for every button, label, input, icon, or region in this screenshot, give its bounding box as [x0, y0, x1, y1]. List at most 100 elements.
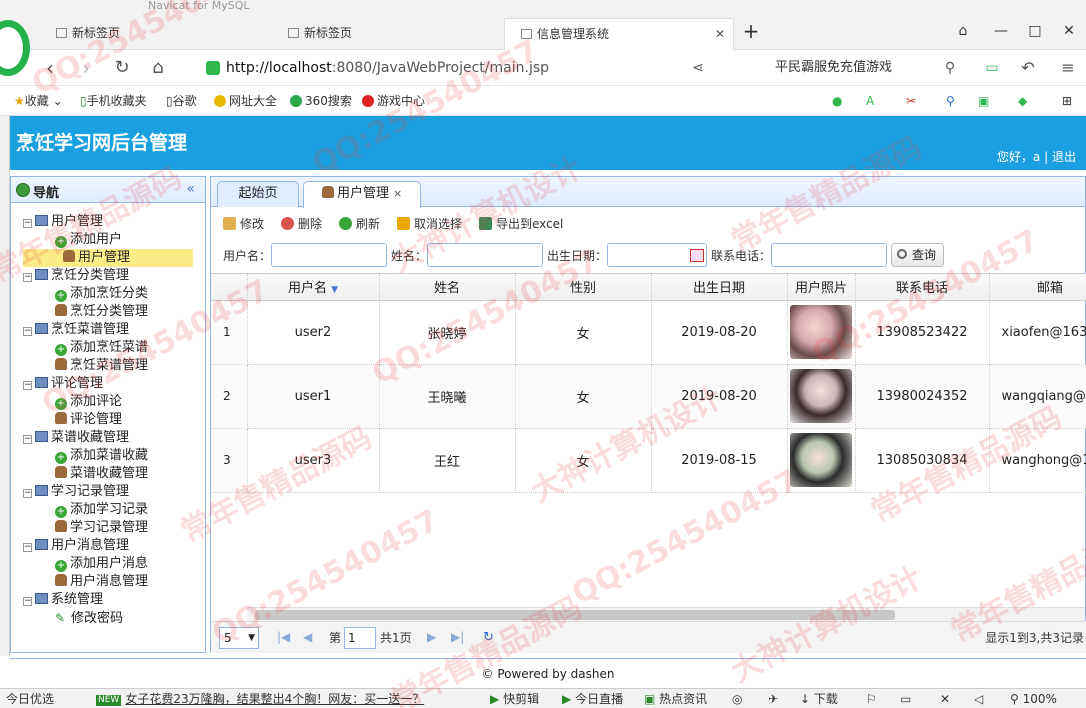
close-tab-icon[interactable]: × [393, 187, 402, 200]
nav-group-4[interactable]: − 菜谱收藏管理 [23, 429, 129, 447]
back-icon[interactable]: ‹ [38, 56, 62, 80]
column-header-email[interactable]: 邮箱 [989, 274, 1086, 301]
minimize-icon[interactable]: — [990, 20, 1012, 42]
name-input[interactable] [427, 243, 543, 267]
nav-group-6[interactable]: − 用户消息管理 [23, 537, 129, 555]
table-row[interactable]: 3user3王红女2019-08-15 13085030834wanghong@1… [211, 428, 1086, 493]
refresh-button[interactable]: 刷新 [339, 215, 380, 233]
export-excel-button[interactable]: 导出到excel [479, 215, 563, 233]
tab-user-management[interactable]: 用户管理 × [303, 181, 422, 208]
delete-button[interactable]: 删除 [281, 215, 322, 233]
calendar-icon[interactable] [690, 249, 704, 262]
expand-toggle-icon[interactable]: − [23, 219, 32, 228]
search-icon[interactable]: ⚲ [938, 56, 962, 80]
expand-toggle-icon[interactable]: − [23, 597, 32, 606]
volume-icon[interactable]: ◁ [974, 689, 983, 708]
horizontal-scrollbar[interactable] [247, 607, 1085, 621]
nav-item-2-1[interactable]: 烹饪菜谱管理 [55, 357, 148, 375]
new-tab-button[interactable]: + [740, 20, 762, 42]
expand-toggle-icon[interactable]: − [23, 327, 32, 336]
first-page-icon[interactable]: |◀ [277, 630, 290, 644]
menu-icon[interactable]: ≡ [1056, 56, 1080, 80]
scrollbar-thumb[interactable] [255, 610, 895, 620]
edit-button[interactable]: 修改 [223, 215, 264, 233]
mute-icon[interactable]: ✕ [940, 689, 950, 708]
cancel-selection-button[interactable]: 取消选择 [397, 215, 462, 233]
forward-icon[interactable]: › [74, 56, 98, 80]
birthday-input[interactable] [607, 243, 707, 267]
page-size-select[interactable]: 5 ▼ [219, 627, 259, 649]
column-header-phone[interactable]: 联系电话 [855, 274, 990, 301]
magnifier-icon[interactable]: ⚲ [946, 86, 955, 116]
table-row[interactable]: 1 user2 张晓婷女 2019-08-20 13908523422 xiaofen@1… [211, 300, 1086, 365]
nav-item-1-0[interactable]: + 添加烹饪分类 [55, 285, 148, 303]
refresh-icon[interactable]: ↻ [110, 56, 134, 80]
maximize-icon[interactable]: □ [1024, 20, 1046, 42]
flag-icon[interactable]: ⚐ [866, 689, 877, 708]
today-picks[interactable]: 今日优选 [6, 689, 54, 708]
close-window-icon[interactable]: ✕ [1058, 20, 1080, 42]
expand-toggle-icon[interactable]: − [23, 543, 32, 552]
home-icon[interactable]: ⌂ [146, 56, 170, 80]
nav-item-4-1[interactable]: 菜谱收藏管理 [55, 465, 148, 483]
expand-toggle-icon[interactable]: − [23, 381, 32, 390]
bookmark-hao[interactable]: 网址大全 [214, 86, 277, 116]
expand-toggle-icon[interactable]: − [23, 489, 32, 498]
next-page-icon[interactable]: ▶ [427, 630, 436, 644]
close-tab-icon[interactable]: ✕ [715, 19, 725, 49]
column-header-name[interactable]: 姓名 [379, 274, 516, 301]
quick-cut[interactable]: ▶ 快剪辑 [490, 689, 539, 708]
nav-item-2-0[interactable]: + 添加烹饪菜谱 [55, 339, 148, 357]
column-header-photo[interactable]: 用户照片 [787, 274, 856, 301]
phone-input[interactable] [771, 243, 887, 267]
share-icon[interactable]: ⋖ [686, 56, 710, 80]
nav-group-5[interactable]: − 学习记录管理 [23, 483, 129, 501]
nav-item-5-1[interactable]: 学习记录管理 [55, 519, 148, 537]
nav-item-7-0[interactable]: ✎ 修改密码 [55, 609, 123, 627]
search-suggestion[interactable]: 平民霸服免充值游戏 [775, 55, 892, 81]
bookmark-favorites[interactable]: ★收藏 ⌄ [14, 86, 63, 116]
browser-tab-2[interactable]: 新标签页 [272, 18, 502, 50]
shirt-icon[interactable]: ⌂ [952, 20, 974, 42]
nav-item-0-0[interactable]: + 添加用户 [55, 231, 122, 249]
nav-item-0-1[interactable]: 用户管理 [23, 249, 193, 267]
username-input[interactable] [271, 243, 387, 267]
column-header-username[interactable]: 用户名 ▼ [247, 274, 380, 301]
scissors-icon[interactable]: ✂ [906, 86, 916, 116]
nav-item-4-0[interactable]: + 添加菜谱收藏 [55, 447, 148, 465]
logout-link[interactable]: 退出 [1052, 150, 1076, 164]
speed-icon[interactable]: ◎ [732, 689, 742, 708]
news-ticker[interactable]: NEW 女子花费23万隆胸，结果整出4个胸！网友：买一送一？ [96, 689, 424, 708]
download[interactable]: ↓ 下载 [800, 689, 838, 708]
query-button[interactable]: 查询 [891, 243, 944, 267]
nav-item-6-1[interactable]: 用户消息管理 [55, 573, 148, 591]
nav-group-0[interactable]: − 用户管理 [23, 213, 103, 231]
bookmark-mobile[interactable]: ▯手机收藏夹 [80, 86, 147, 116]
hot-news[interactable]: ▣ 热点资讯 [644, 689, 707, 708]
pin-icon[interactable]: ✈ [768, 689, 778, 708]
nav-item-3-0[interactable]: + 添加评论 [55, 393, 122, 411]
chat-icon[interactable]: ● [832, 86, 842, 116]
live-today[interactable]: ▶ 今日直播 [562, 689, 623, 708]
nav-item-6-0[interactable]: + 添加用户消息 [55, 555, 148, 573]
nav-item-3-1[interactable]: 评论管理 [55, 411, 122, 429]
nav-group-3[interactable]: − 评论管理 [23, 375, 103, 393]
tab-home[interactable]: 起始页 [217, 181, 299, 207]
nav-item-1-1[interactable]: 烹饪分类管理 [55, 303, 148, 321]
nav-item-5-0[interactable]: + 添加学习记录 [55, 501, 148, 519]
browser-tab-active[interactable]: 信息管理系统 ✕ [504, 18, 734, 50]
url-field[interactable]: http://localhost:8080/JavaWebProject/mai… [190, 55, 750, 81]
bookmark-360[interactable]: 360搜索 [290, 86, 352, 116]
window-icon[interactable]: ▭ [900, 689, 911, 708]
shield-check-icon[interactable]: ◆ [1018, 86, 1027, 116]
bookmark-google[interactable]: ▯谷歌 [166, 86, 197, 116]
column-header-gender[interactable]: 性别 [515, 274, 652, 301]
prev-page-icon[interactable]: ◀ [303, 630, 312, 644]
page-number-input[interactable]: 1 [344, 627, 376, 649]
table-row[interactable]: 2 user1 王晓曦女 2019-08-20 13980024352 wangqiang… [211, 364, 1086, 429]
nav-group-2[interactable]: − 烹饪菜谱管理 [23, 321, 129, 339]
nav-group-7[interactable]: − 系统管理 [23, 591, 103, 609]
undo-icon[interactable]: ↶ [1016, 56, 1040, 80]
expand-toggle-icon[interactable]: − [23, 273, 32, 282]
gamepad-icon[interactable]: ▣ [978, 86, 989, 116]
